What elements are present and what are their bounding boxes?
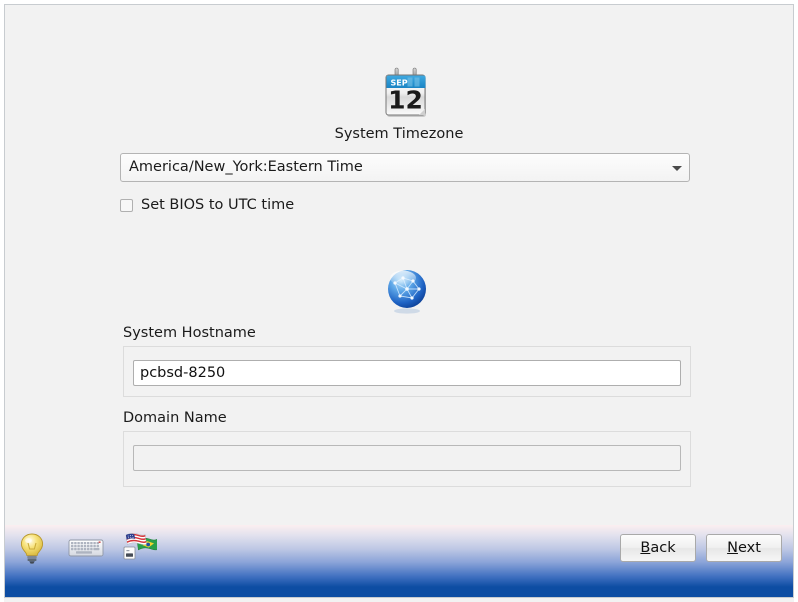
bottom-toolbar: Back Next xyxy=(5,525,793,597)
globe-network-icon xyxy=(383,267,431,315)
back-button[interactable]: Back xyxy=(620,534,696,562)
lightbulb-icon[interactable] xyxy=(13,529,51,567)
system-hostname-label: System Hostname xyxy=(123,325,256,341)
keyboard-icon[interactable] xyxy=(67,529,105,567)
installer-window: SEP 12 System Timezone America/New_York:… xyxy=(0,0,798,602)
system-hostname-input[interactable] xyxy=(133,360,681,386)
next-button-label: ext xyxy=(737,540,761,556)
calendar-icon: SEP 12 xyxy=(379,65,433,121)
svg-text:12: 12 xyxy=(388,86,423,115)
back-button-mnemonic: B xyxy=(640,540,651,556)
set-bios-utc-checkbox-row[interactable]: Set BIOS to UTC time xyxy=(120,194,294,216)
window-edge-right xyxy=(794,0,798,602)
flags-language-icon[interactable] xyxy=(121,529,159,567)
system-timezone-label: System Timezone xyxy=(334,126,464,142)
next-button[interactable]: Next xyxy=(706,534,782,562)
chevron-down-icon xyxy=(672,165,682,171)
system-timezone-selected-value: America/New_York:Eastern Time xyxy=(129,159,363,175)
domain-name-label: Domain Name xyxy=(123,410,227,426)
back-button-label: ack xyxy=(650,540,676,556)
system-timezone-dropdown[interactable]: America/New_York:Eastern Time xyxy=(120,153,690,182)
tray-icon-group xyxy=(13,529,159,567)
domain-name-input[interactable] xyxy=(133,445,681,471)
set-bios-utc-label: Set BIOS to UTC time xyxy=(141,197,295,213)
set-bios-utc-checkbox[interactable] xyxy=(120,198,133,212)
main-content-panel: SEP 12 System Timezone America/New_York:… xyxy=(5,5,793,525)
navigation-buttons: Back Next xyxy=(620,534,782,562)
next-button-mnemonic: N xyxy=(727,540,738,556)
